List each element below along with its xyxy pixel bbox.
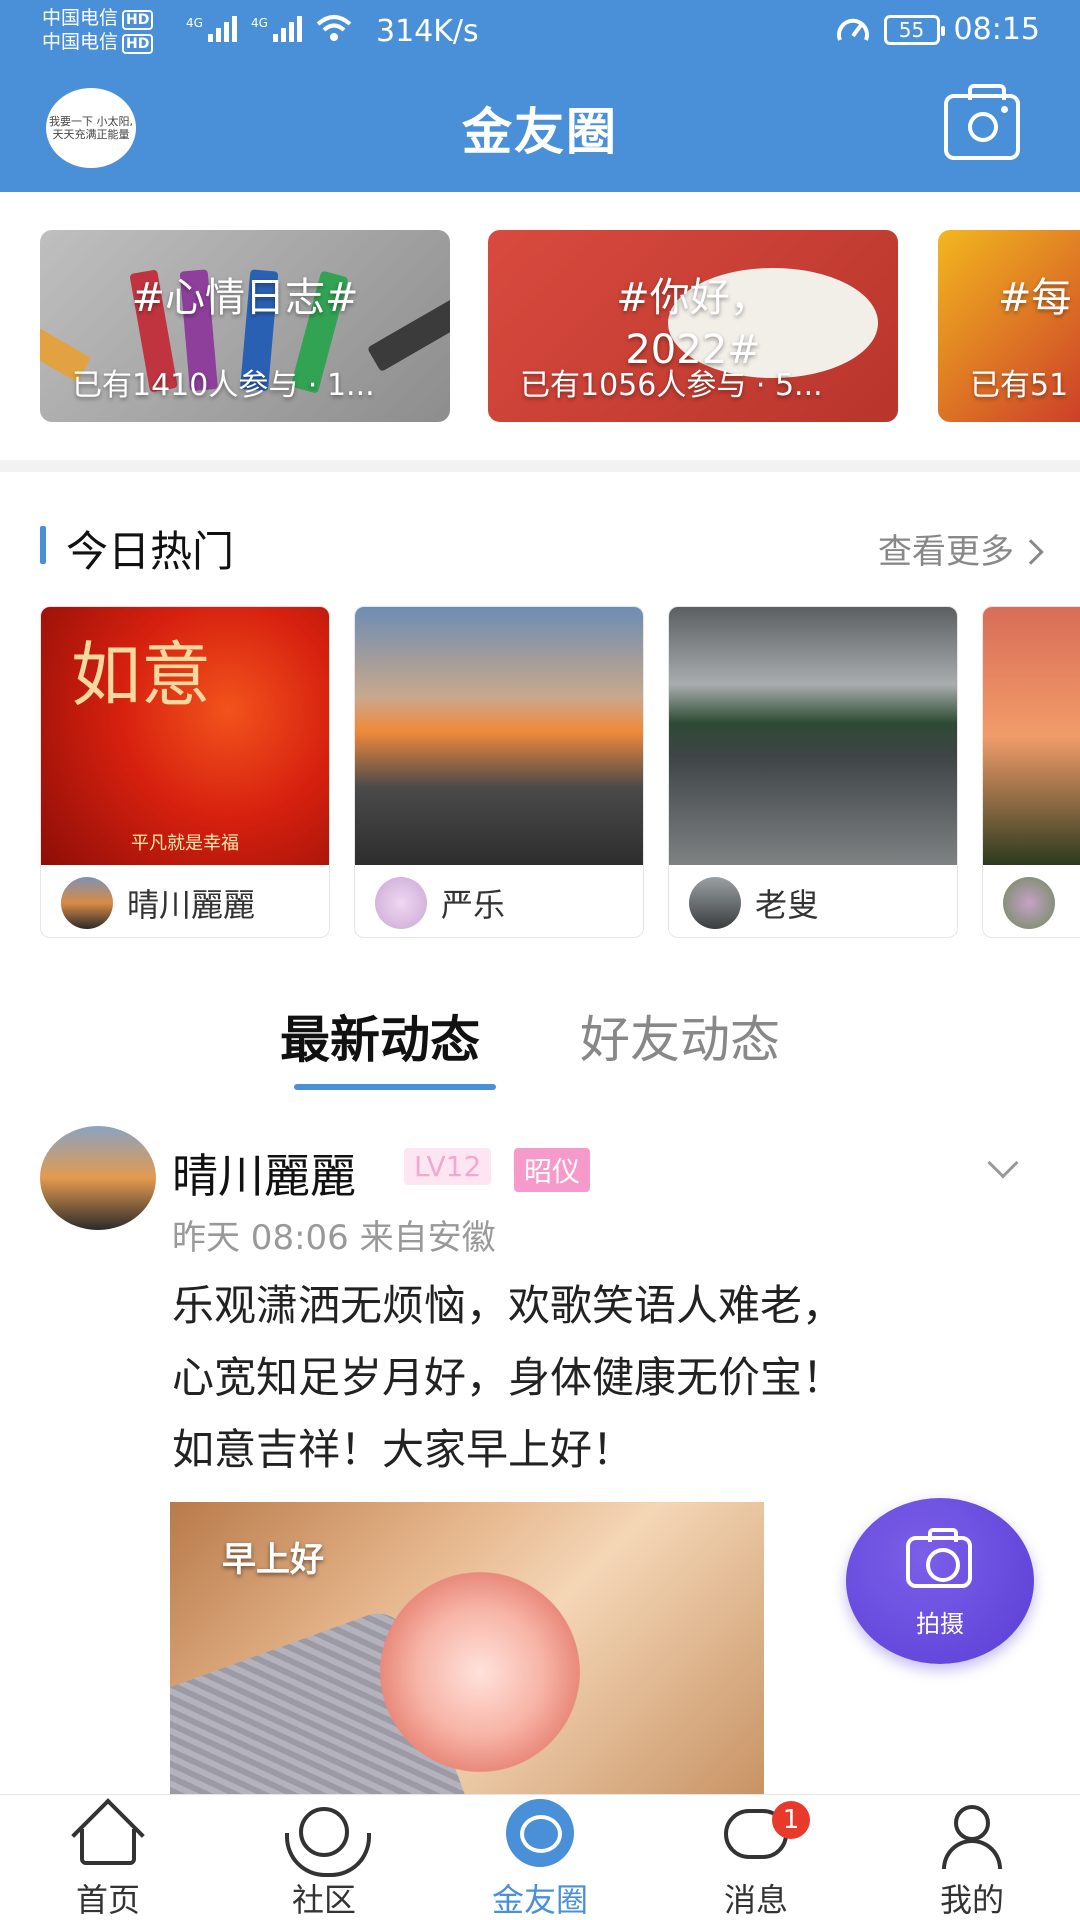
nav-label: 社区 <box>291 1881 356 1919</box>
flower-graphic <box>380 1572 580 1772</box>
speedometer-icon <box>836 18 869 41</box>
unread-badge: 1 <box>772 1801 810 1839</box>
community-icon <box>285 1807 371 1877</box>
topic-card[interactable]: #心情日志# 已有1410人参与 · 1... <box>40 230 450 422</box>
signal-icon: 4G <box>186 16 237 42</box>
section-title: 今日热门 <box>66 527 235 576</box>
camera-icon <box>906 1528 972 1588</box>
signal-icon: 4G <box>251 16 302 42</box>
topic-card[interactable]: #每 已有51 <box>938 230 1080 422</box>
nav-community[interactable]: 社区 <box>216 1795 432 1920</box>
hd-badge: HD <box>122 10 154 30</box>
post-meta: 昨天 08:06 来自安徽 <box>172 1218 496 1258</box>
author-name: 晴川麗麗 <box>127 886 256 924</box>
hot-card[interactable]: 如意 平凡就是幸福 晴川麗麗 <box>40 606 330 938</box>
hot-image-subtext: 平凡就是幸福 <box>131 833 239 854</box>
camera-icon <box>968 112 998 142</box>
avatar <box>689 877 741 929</box>
nav-home[interactable]: 首页 <box>0 1795 216 1920</box>
post-author[interactable]: 晴川麗麗 <box>172 1140 356 1206</box>
nav-me[interactable]: 我的 <box>864 1795 1080 1920</box>
hot-image-text: 如意 <box>71 634 211 716</box>
network-speed: 314K/s <box>376 14 479 49</box>
topic-carousel[interactable]: #心情日志# 已有1410人参与 · 1... #你好，2022# 已有1056… <box>0 230 1080 422</box>
post-line: 乐观潇洒无烦恼，欢歌笑语人难老， <box>172 1281 845 1330</box>
camera-button[interactable] <box>944 84 1020 160</box>
signal-icons: 4G 4G <box>186 14 352 42</box>
hot-image <box>983 607 1080 865</box>
bottom-nav: 首页 社区 金友圈 1 消息 我的 <box>0 1794 1080 1920</box>
circle-icon <box>506 1799 574 1867</box>
author-name: 严乐 <box>441 886 506 924</box>
hd-badge: HD <box>122 34 154 54</box>
topic-title: #每 <box>998 275 1072 321</box>
hot-author: 老叟 <box>689 877 819 929</box>
nav-label: 金友圈 <box>491 1881 588 1919</box>
active-tab-indicator <box>294 1084 496 1090</box>
topic-count: 已有1056人参与 · 5... <box>520 368 823 403</box>
post-text: 乐观潇洒无烦恼，欢歌笑语人难老， 心宽知足岁月好，身体健康无价宝！ 如意吉祥！大… <box>172 1270 1012 1486</box>
rank-badge: 昭仪 <box>514 1148 591 1192</box>
carrier-info: 中国电信 HD 中国电信 HD <box>42 6 154 54</box>
section-divider <box>0 460 1080 472</box>
carrier-1: 中国电信 <box>42 7 119 29</box>
status-bar: 中国电信 HD 中国电信 HD 4G 4G 314K/s 55 08:15 <box>0 0 1080 66</box>
wifi-icon <box>316 15 352 41</box>
author-name: 老叟 <box>755 886 820 924</box>
hot-author <box>1003 877 1069 929</box>
hot-section-header: 今日热门 查看更多 <box>40 518 1044 576</box>
shoot-label: 拍摄 <box>916 1610 964 1638</box>
avatar <box>375 877 427 929</box>
avatar <box>61 877 113 929</box>
topic-count: 已有1410人参与 · 1... <box>72 368 375 403</box>
tab-latest[interactable]: 最新动态 <box>280 1000 480 1072</box>
hot-author: 严乐 <box>375 877 505 929</box>
post-image[interactable]: 早上好 <box>170 1502 764 1802</box>
hot-card[interactable]: 严乐 <box>354 606 644 938</box>
avatar <box>1003 877 1055 929</box>
hot-list[interactable]: 如意 平凡就是幸福 晴川麗麗 严乐 老叟 <box>0 606 1080 938</box>
network-type: 4G <box>186 16 203 30</box>
topic-card[interactable]: #你好，2022# 已有1056人参与 · 5... <box>488 230 898 422</box>
feed-post: 晴川麗麗 LV12 昭仪 昨天 08:06 来自安徽 乐观潇洒无烦恼，欢歌笑语人… <box>0 1122 1080 1802</box>
hot-card[interactable] <box>982 606 1080 938</box>
view-more-link[interactable]: 查看更多 <box>878 524 1044 573</box>
post-line: 心宽知足岁月好，身体健康无价宝！ <box>172 1353 845 1402</box>
nav-circle[interactable]: 金友圈 <box>432 1795 648 1920</box>
level-badge: LV12 <box>404 1148 492 1185</box>
hot-card[interactable]: 老叟 <box>668 606 958 938</box>
network-type: 4G <box>250 16 268 30</box>
avatar[interactable] <box>40 1126 156 1230</box>
battery-icon: 55 <box>883 14 945 45</box>
nav-label: 消息 <box>723 1881 788 1919</box>
nav-messages[interactable]: 1 消息 <box>648 1795 864 1920</box>
hot-image <box>669 607 957 865</box>
status-right: 55 08:15 <box>836 12 1040 47</box>
chevron-down-icon[interactable] <box>987 1147 1019 1179</box>
nav-label: 我的 <box>939 1881 1004 1919</box>
feed-tabs: 最新动态 好友动态 <box>0 1000 1080 1100</box>
hot-author: 晴川麗麗 <box>61 877 255 929</box>
user-icon <box>954 1805 990 1841</box>
carrier-2: 中国电信 <box>42 31 119 53</box>
tab-friends[interactable]: 好友动态 <box>580 1000 780 1072</box>
view-more-label: 查看更多 <box>878 532 1014 572</box>
shoot-button[interactable]: 拍摄 <box>846 1498 1034 1664</box>
page-title: 金友圈 <box>462 103 618 161</box>
post-image-caption: 早上好 <box>222 1540 324 1580</box>
topic-title: #心情日志# <box>131 275 359 321</box>
hot-image: 如意 平凡就是幸福 <box>41 607 329 865</box>
chevron-right-icon <box>1018 539 1044 565</box>
hot-image <box>355 607 643 865</box>
section-accent-bar <box>40 526 46 564</box>
topic-count: 已有51 <box>970 368 1069 403</box>
post-line: 如意吉祥！大家早上好！ <box>172 1425 635 1474</box>
user-icon <box>942 1839 1002 1869</box>
home-icon <box>80 1829 136 1865</box>
app-header: 中国电信 HD 中国电信 HD 4G 4G 314K/s 55 08:15 我要… <box>0 0 1080 192</box>
nav-label: 首页 <box>75 1881 140 1919</box>
clock: 08:15 <box>953 12 1040 47</box>
